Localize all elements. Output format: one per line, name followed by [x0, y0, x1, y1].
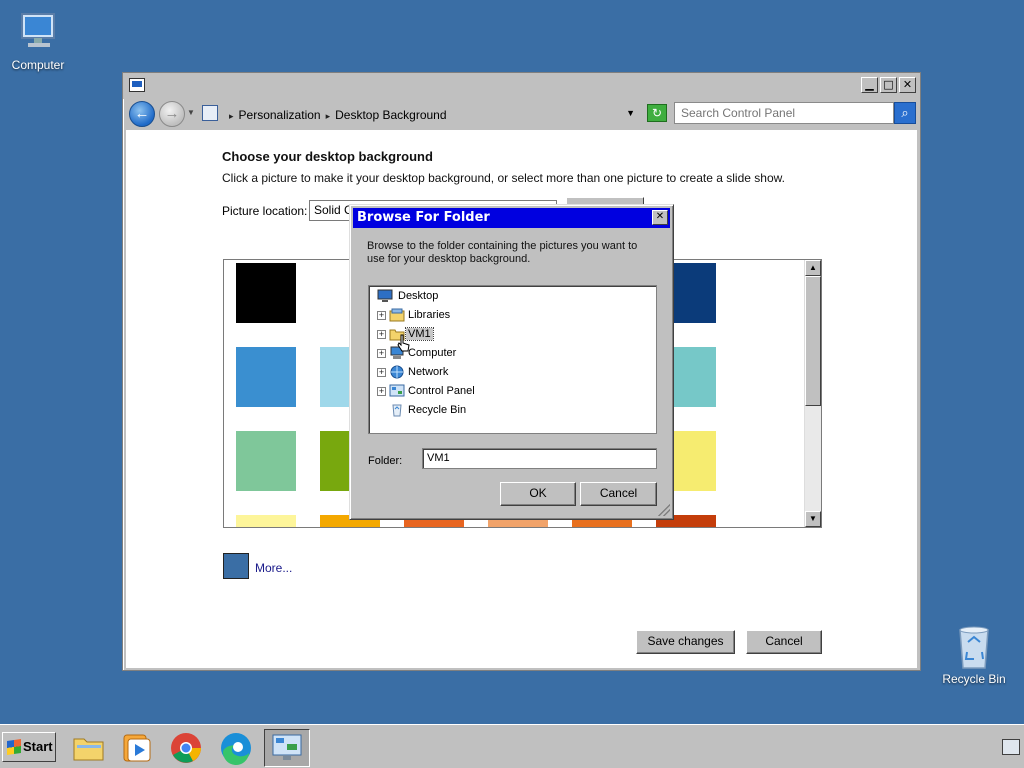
chrome-icon — [171, 733, 201, 763]
navigation-bar: ← → ▼ ▸ Personalization ▸ Desktop Backgroun… — [123, 99, 920, 129]
network-icon — [389, 365, 405, 379]
more-colors-swatch[interactable] — [223, 553, 249, 579]
file-explorer-icon — [73, 738, 104, 761]
folder-label: Folder: — [368, 455, 403, 467]
taskbar-control-panel[interactable] — [264, 729, 310, 767]
breadcrumb-chevron-icon[interactable]: ▸ — [229, 111, 234, 121]
scroll-down-icon[interactable]: ▼ — [805, 511, 821, 527]
desktop-icon-label: Recycle Bin — [942, 672, 1006, 686]
ok-button[interactable]: OK — [500, 482, 576, 506]
folder-field[interactable]: VM1 — [422, 448, 657, 469]
picture-location-label: Picture location: — [222, 204, 308, 218]
desktop-icon-computer[interactable]: Computer — [0, 10, 76, 72]
control-panel-icon — [202, 105, 218, 121]
expand-icon[interactable]: + — [377, 368, 386, 377]
computer-icon — [16, 10, 60, 54]
color-swatch[interactable] — [236, 263, 296, 323]
tree-item-label: Desktop — [398, 290, 439, 302]
dialog-title-bar[interactable]: Browse For Folder ✕ — [353, 208, 670, 228]
minimize-button[interactable]: ▁ — [861, 77, 878, 93]
search-icon[interactable]: ⌕ — [894, 102, 916, 124]
more-colors-link[interactable]: More... — [255, 561, 292, 575]
media-player-icon — [123, 734, 151, 762]
save-changes-button[interactable]: Save changes — [636, 630, 735, 654]
pointer-cursor-icon — [397, 334, 410, 352]
tree-item-label: Computer — [408, 347, 457, 359]
expand-icon[interactable]: + — [377, 311, 386, 320]
address-bar[interactable]: ▸ Personalization ▸ Desktop Background ▼ — [199, 102, 642, 126]
scroll-thumb[interactable] — [805, 276, 821, 406]
refresh-button[interactable]: ↻ — [647, 104, 667, 122]
control-panel-icon — [389, 384, 405, 398]
tree-item-label: Libraries — [408, 309, 451, 321]
close-button[interactable]: ✕ — [899, 77, 916, 93]
dialog-cancel-button[interactable]: Cancel — [580, 482, 657, 506]
taskbar-edge[interactable] — [213, 729, 259, 767]
recent-pages-chevron-icon[interactable]: ▼ — [187, 108, 195, 117]
taskbar-file-explorer[interactable] — [66, 729, 112, 767]
tree-item-label: Control Panel — [408, 385, 475, 397]
control-panel-icon — [129, 78, 145, 92]
folder-tree: Desktop + Libraries + VM1 + Computer + N… — [368, 285, 657, 434]
page-title: Choose your desktop background — [222, 149, 433, 164]
breadcrumb-desktop-background[interactable]: Desktop Background — [335, 108, 446, 122]
dialog-description: Browse to the folder containing the pict… — [367, 240, 638, 265]
color-swatch[interactable] — [236, 515, 296, 527]
scroll-up-icon[interactable]: ▲ — [805, 260, 821, 276]
maximize-button[interactable]: □ — [880, 77, 897, 93]
tree-item-label: Recycle Bin — [408, 404, 467, 416]
start-button[interactable]: Start — [2, 732, 56, 762]
address-dropdown-icon[interactable]: ▼ — [626, 108, 635, 118]
expand-icon[interactable]: + — [377, 330, 386, 339]
expand-icon[interactable]: + — [377, 387, 386, 396]
page-description: Click a picture to make it your desktop … — [222, 171, 785, 185]
edge-icon — [221, 733, 251, 766]
expand-icon[interactable]: + — [377, 349, 386, 358]
cancel-button[interactable]: Cancel — [746, 630, 822, 654]
color-swatch[interactable] — [236, 347, 296, 407]
dialog-title: Browse For Folder — [357, 210, 490, 225]
libraries-icon — [389, 308, 405, 322]
color-swatch[interactable] — [236, 431, 296, 491]
windows-flag-icon — [7, 739, 21, 755]
taskbar-chrome[interactable] — [163, 729, 209, 767]
show-desktop-icon[interactable] — [1002, 739, 1020, 755]
tree-item-label: Network — [408, 366, 449, 378]
recycle-bin-icon — [389, 403, 405, 417]
desktop-icon-recycle-bin[interactable]: Recycle Bin — [936, 624, 1012, 686]
gallery-scrollbar[interactable]: ▲ ▼ — [804, 260, 821, 527]
back-button[interactable]: ← — [129, 101, 155, 127]
desktop-icon — [377, 289, 393, 303]
taskbar: Start — [0, 724, 1024, 768]
desktop-icon-label: Computer — [11, 58, 65, 72]
dialog-close-button[interactable]: ✕ — [652, 210, 668, 225]
recycle-bin-icon — [952, 624, 996, 669]
forward-button[interactable]: → — [159, 101, 185, 127]
resize-grip-icon[interactable] — [658, 504, 670, 516]
start-label: Start — [23, 739, 53, 754]
breadcrumb: ▸ Personalization ▸ Desktop Background — [224, 108, 447, 122]
breadcrumb-chevron-icon[interactable]: ▸ — [326, 111, 331, 121]
taskbar-media-player[interactable] — [114, 729, 160, 767]
browse-for-folder-dialog: Browse For Folder ✕ Browse to the folder… — [349, 204, 674, 520]
search-input[interactable] — [674, 102, 894, 124]
control-panel-icon — [272, 734, 302, 760]
breadcrumb-personalization[interactable]: Personalization — [239, 108, 321, 122]
title-bar[interactable]: ▁ □ ✕ — [123, 73, 920, 99]
